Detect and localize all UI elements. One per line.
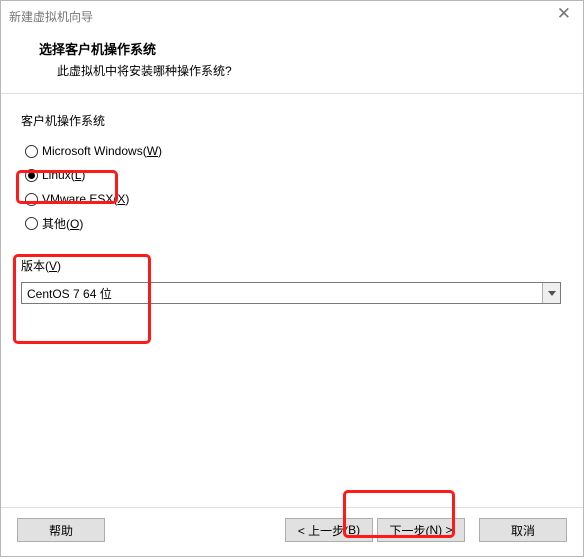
radio-label: Linux(L)	[42, 168, 85, 182]
radio-icon	[25, 145, 38, 158]
radio-label: 其他(O)	[42, 215, 83, 232]
radio-icon	[25, 169, 38, 182]
window-title: 新建虚拟机向导	[9, 8, 93, 25]
radio-windows[interactable]: Microsoft Windows(W)	[25, 139, 563, 163]
radio-linux[interactable]: Linux(L)	[25, 163, 563, 187]
cancel-button[interactable]: 取消	[479, 518, 567, 542]
radio-vmware-esx[interactable]: VMware ESX(X)	[25, 187, 563, 211]
wizard-header: 选择客户机操作系统 此虚拟机中将安装哪种操作系统?	[1, 31, 583, 93]
version-value: CentOS 7 64 位	[22, 285, 542, 302]
wizard-subtitle: 此虚拟机中将安装哪种操作系统?	[39, 62, 563, 79]
radio-other[interactable]: 其他(O)	[25, 211, 563, 235]
titlebar: 新建虚拟机向导 ✕	[1, 1, 583, 31]
radio-label: VMware ESX(X)	[42, 192, 129, 206]
version-block: 版本(V) CentOS 7 64 位	[21, 257, 563, 304]
radio-icon	[25, 193, 38, 206]
next-button[interactable]: 下一步(N) >	[377, 518, 465, 542]
radio-icon	[25, 217, 38, 230]
help-button[interactable]: 帮助	[17, 518, 105, 542]
wizard-footer: 帮助 < 上一步(B) 下一步(N) > 取消	[1, 507, 583, 556]
guest-os-radio-group: Microsoft Windows(W) Linux(L) VMware ESX…	[21, 139, 563, 235]
radio-label: Microsoft Windows(W)	[42, 144, 162, 158]
guest-os-label: 客户机操作系统	[21, 112, 563, 129]
wizard-title: 选择客户机操作系统	[39, 39, 563, 58]
wizard-body: 客户机操作系统 Microsoft Windows(W) Linux(L) VM…	[1, 94, 583, 507]
back-button[interactable]: < 上一步(B)	[285, 518, 373, 542]
chevron-down-icon	[542, 283, 560, 303]
version-label: 版本(V)	[21, 257, 563, 274]
version-combo[interactable]: CentOS 7 64 位	[21, 282, 561, 304]
new-vm-wizard-window: 新建虚拟机向导 ✕ 选择客户机操作系统 此虚拟机中将安装哪种操作系统? 客户机操…	[0, 0, 584, 557]
close-icon[interactable]: ✕	[557, 5, 571, 22]
